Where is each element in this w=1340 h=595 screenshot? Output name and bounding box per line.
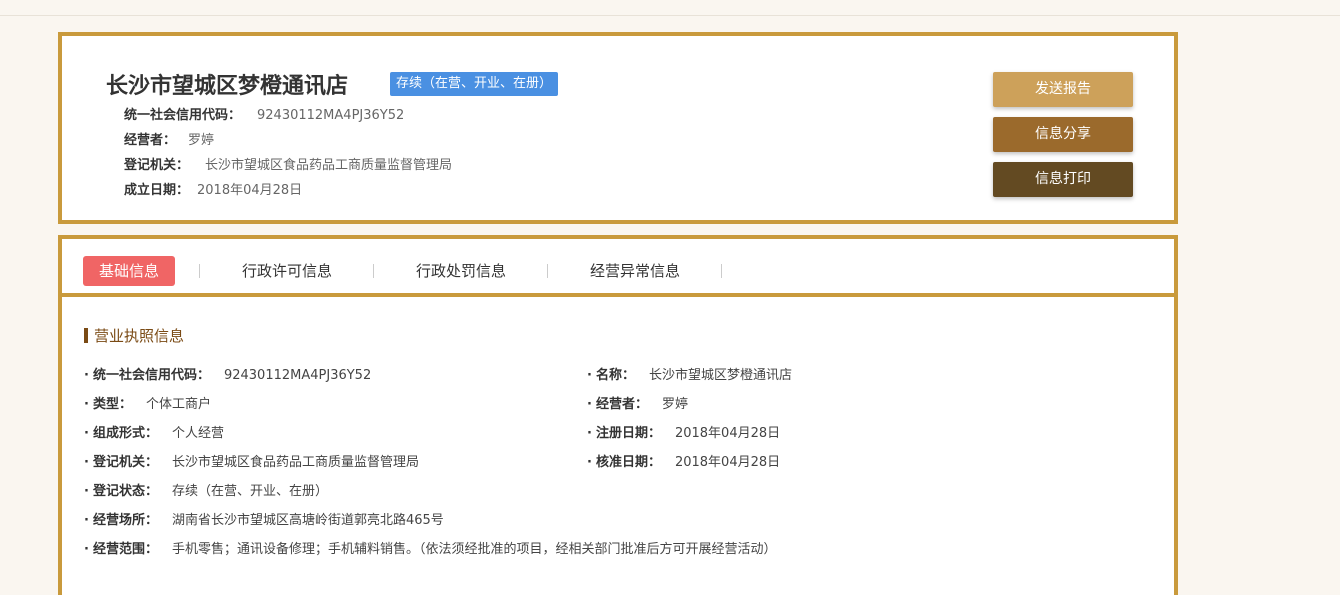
summary-operator: 经营者： 罗婷 — [124, 129, 214, 148]
field-status: · 登记状态： 存续（在营、开业、在册） — [84, 484, 328, 499]
company-summary-card: 长沙市望城区梦橙通讯店 存续（在营、开业、在册） 统一社会信用代码： 924301… — [58, 32, 1178, 224]
tab-bar: 基础信息 行政许可信息 行政处罚信息 经营异常信息 — [62, 239, 1174, 297]
field-value: 2018年04月28日 — [674, 455, 781, 470]
field-value: 罗婷 — [661, 397, 688, 412]
field-value: 长沙市望城区梦橙通讯店 — [648, 368, 792, 383]
tab-separator — [373, 264, 374, 278]
field-credit-code: · 统一社会信用代码： 92430112MA4PJ36Y52 — [84, 368, 372, 383]
section-marker — [84, 328, 88, 343]
field-value: 长沙市望城区食品药品工商质量监督管理局 — [171, 455, 419, 470]
status-badge: 存续（在营、开业、在册） — [390, 72, 559, 96]
field-value: 92430112MA4PJ36Y52 — [223, 368, 372, 383]
summary-credit-code: 统一社会信用代码： 92430112MA4PJ36Y52 — [124, 104, 404, 123]
field-authority: · 登记机关： 长沙市望城区食品药品工商质量监督管理局 — [84, 455, 419, 470]
tab-separator — [199, 264, 200, 278]
operator-label: 经营者： — [124, 133, 177, 148]
field-label: 组成形式： — [92, 426, 158, 441]
field-name: · 名称： 长沙市望城区梦橙通讯店 — [587, 368, 792, 383]
credit-code-label: 统一社会信用代码： — [124, 108, 242, 123]
field-label: 注册日期： — [595, 426, 661, 441]
tab-separator — [721, 264, 722, 278]
field-value: 个人经营 — [171, 426, 224, 441]
share-info-button[interactable]: 信息分享 — [993, 117, 1133, 152]
section-title-text: 营业执照信息 — [94, 327, 185, 345]
field-scope: · 经营范围： 手机零售；通讯设备修理；手机辅料销售。（依法须经批准的项目，经相关部… — [84, 542, 777, 557]
field-value: 个体工商户 — [145, 397, 211, 412]
section-title: 营业执照信息 — [84, 325, 184, 346]
tab-admin-penalty[interactable]: 行政处罚信息 — [416, 256, 506, 286]
authority-label: 登记机关： — [124, 158, 190, 173]
founded-value: 2018年04月28日 — [197, 183, 303, 198]
field-label: 经营范围： — [92, 542, 158, 557]
field-value: 手机零售；通讯设备修理；手机辅料销售。（依法须经批准的项目，经相关部门批准后方可… — [171, 542, 777, 557]
field-premises: · 经营场所： 湖南省长沙市望城区高塘岭街道郭亮北路465号 — [84, 513, 444, 528]
field-label: 统一社会信用代码： — [92, 368, 210, 383]
field-type: · 类型： 个体工商户 — [84, 397, 211, 412]
tab-basic-info[interactable]: 基础信息 — [83, 256, 176, 286]
field-value: 2018年04月28日 — [674, 426, 781, 441]
details-card: 基础信息 行政许可信息 行政处罚信息 经营异常信息 营业执照信息 · 统一社会信用… — [58, 235, 1178, 595]
field-label: 登记状态： — [92, 484, 158, 499]
field-label: 经营者： — [595, 397, 648, 412]
send-report-button[interactable]: 发送报告 — [993, 72, 1133, 107]
top-divider — [0, 15, 1340, 16]
tab-separator — [547, 264, 548, 278]
field-operator: · 经营者： 罗婷 — [587, 397, 688, 412]
tab-admin-license[interactable]: 行政许可信息 — [242, 256, 332, 286]
authority-value: 长沙市望城区食品药品工商质量监督管理局 — [205, 158, 453, 173]
operator-value: 罗婷 — [188, 133, 215, 148]
founded-label: 成立日期： — [124, 183, 190, 198]
field-label: 核准日期： — [595, 455, 661, 470]
field-label: 登记机关： — [92, 455, 158, 470]
field-label: 名称： — [595, 368, 635, 383]
company-name: 长沙市望城区梦橙通讯店 — [106, 74, 349, 99]
field-value: 存续（在营、开业、在册） — [171, 484, 328, 499]
summary-founded: 成立日期： 2018年04月28日 — [124, 179, 302, 198]
field-composition: · 组成形式： 个人经营 — [84, 426, 224, 441]
field-label: 经营场所： — [92, 513, 158, 528]
tab-abnormal-operation[interactable]: 经营异常信息 — [590, 256, 680, 286]
field-label: 类型： — [92, 397, 132, 412]
print-info-button[interactable]: 信息打印 — [993, 162, 1133, 197]
field-registered-date: · 注册日期： 2018年04月28日 — [587, 426, 781, 441]
field-value: 湖南省长沙市望城区高塘岭街道郭亮北路465号 — [171, 513, 444, 528]
field-approved-date: · 核准日期： 2018年04月28日 — [587, 455, 781, 470]
summary-authority: 登记机关： 长沙市望城区食品药品工商质量监督管理局 — [124, 154, 452, 173]
credit-code-value: 92430112MA4PJ36Y52 — [257, 108, 405, 123]
